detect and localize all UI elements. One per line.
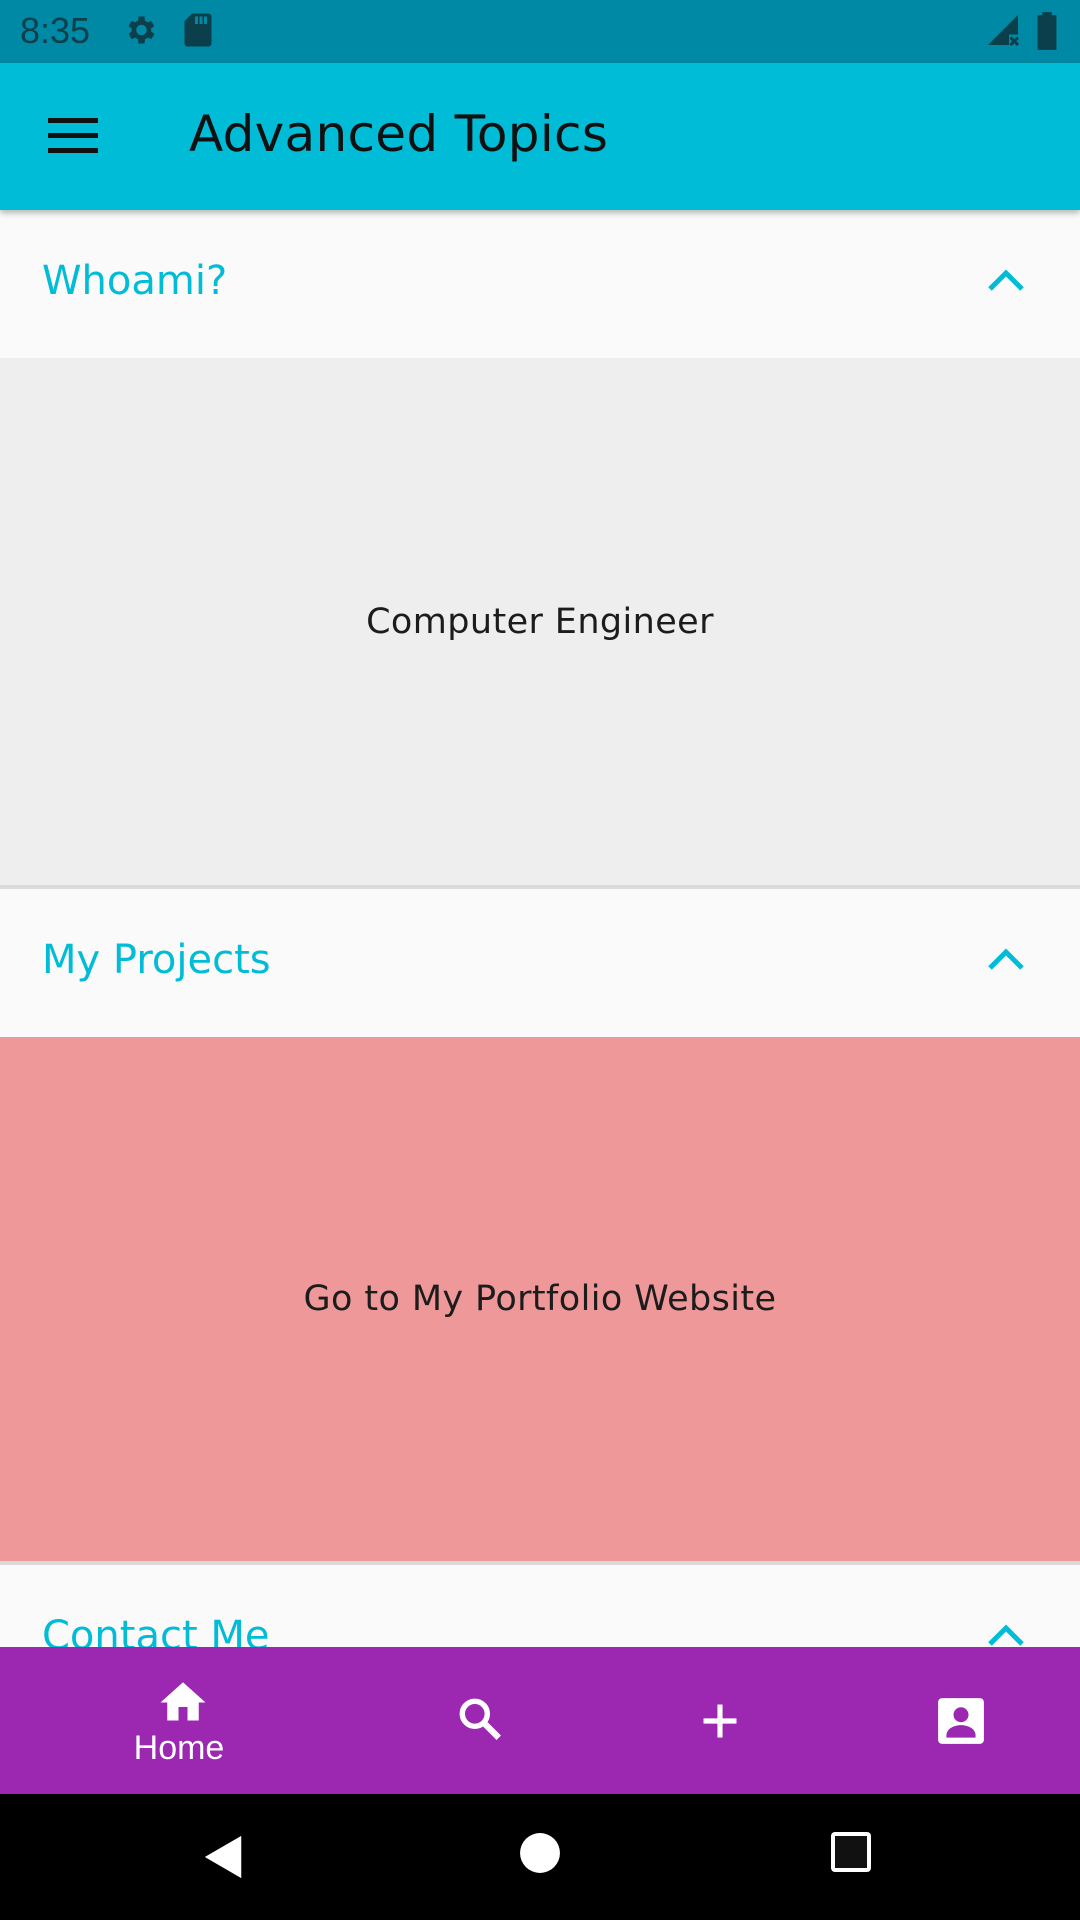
- home-icon: [160, 1682, 206, 1721]
- system-navigation-bar: [0, 1794, 1080, 1920]
- portfolio-link-panel[interactable]: Go to My Portfolio Website: [0, 1037, 1080, 1561]
- contact-icon: [938, 1698, 984, 1744]
- search-icon: [459, 1698, 501, 1740]
- section-header-my-projects[interactable]: My Projects: [0, 889, 1080, 1037]
- section-title: Whoami?: [42, 258, 228, 304]
- section-header-whoami[interactable]: Whoami?: [0, 210, 1080, 358]
- bottom-navigation: Home: [0, 1647, 1080, 1794]
- hamburger-menu-icon[interactable]: [46, 115, 100, 157]
- section-title: My Projects: [42, 937, 271, 983]
- recents-icon[interactable]: [829, 1830, 873, 1874]
- status-time: 8:35: [20, 10, 91, 51]
- section-content-whoami: Computer Engineer: [0, 358, 1080, 885]
- nav-add[interactable]: [600, 1647, 840, 1794]
- page-title: Advanced Topics: [189, 105, 609, 163]
- battery-icon: [1037, 12, 1057, 50]
- portfolio-link-text[interactable]: Go to My Portfolio Website: [304, 1279, 777, 1319]
- chevron-up-icon[interactable]: [986, 1620, 1026, 1650]
- nav-profile[interactable]: [840, 1647, 1080, 1794]
- nav-search[interactable]: [359, 1647, 599, 1794]
- nav-home[interactable]: Home: [59, 1647, 299, 1794]
- settings-icon: [128, 16, 155, 44]
- back-icon[interactable]: [202, 1834, 246, 1880]
- app-bar: Advanced Topics: [0, 63, 1080, 210]
- home-circle-icon[interactable]: [519, 1832, 561, 1874]
- nav-home-label: Home: [133, 1729, 225, 1767]
- chevron-up-icon[interactable]: [986, 944, 1026, 974]
- signal-no-data-icon: [988, 15, 1020, 47]
- status-bar: 8:35: [0, 0, 1080, 63]
- chevron-up-icon[interactable]: [986, 265, 1026, 295]
- section-content-text: Computer Engineer: [366, 601, 714, 642]
- add-icon: [703, 1704, 737, 1738]
- sd-card-icon: [184, 13, 212, 47]
